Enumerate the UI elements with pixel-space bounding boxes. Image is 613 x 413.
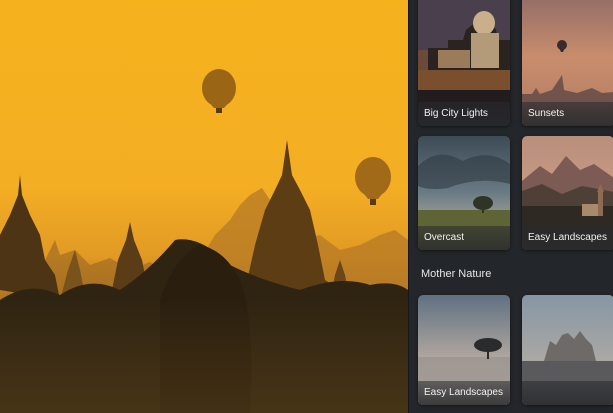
tile-label: Easy Landscapes bbox=[522, 226, 613, 250]
tile-big-city-lights[interactable]: Big City Lights bbox=[418, 0, 510, 126]
tile-nature-easy-landscapes[interactable]: Easy Landscapes bbox=[418, 295, 510, 405]
temples-balloons-image bbox=[0, 0, 408, 413]
tile-nature-rocky-peaks[interactable] bbox=[522, 295, 613, 405]
tile-label: Overcast bbox=[418, 226, 510, 250]
tile-easy-landscapes[interactable]: Easy Landscapes bbox=[522, 136, 613, 250]
photo-preview bbox=[0, 0, 408, 413]
tile-label: Sunsets bbox=[522, 102, 613, 126]
tile-sunsets[interactable]: Sunsets bbox=[522, 0, 613, 126]
section-title: Mother Nature bbox=[421, 268, 492, 280]
tile-label bbox=[522, 381, 613, 405]
tile-overcast[interactable]: Overcast bbox=[418, 136, 510, 250]
gallery-panel: Big City Lights Sunsets Overcast Easy La… bbox=[408, 0, 613, 413]
tile-label: Easy Landscapes bbox=[418, 381, 510, 405]
tile-label: Big City Lights bbox=[418, 102, 510, 126]
